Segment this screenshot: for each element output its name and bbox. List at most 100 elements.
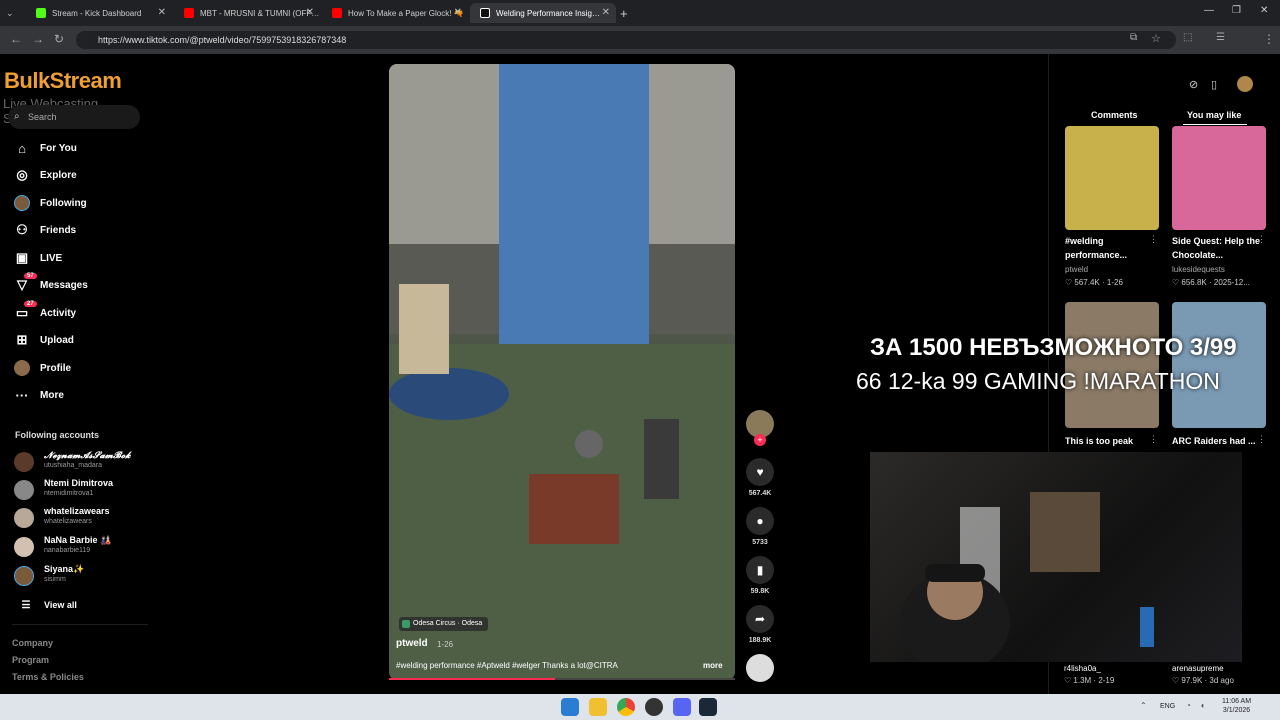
- recommended-stats: ♡ 656.8K · 2025-12...: [1172, 278, 1250, 287]
- new-tab-button[interactable]: +: [620, 3, 636, 23]
- location-tag[interactable]: Odesa Circus · Odesa: [399, 617, 489, 631]
- nav-activity[interactable]: ▭ 27 Activity: [14, 301, 76, 323]
- tray-chevron-icon[interactable]: ⌃: [1140, 701, 1147, 710]
- system-clock[interactable]: 11:06 AM 3/1/2026: [1222, 697, 1251, 715]
- start-icon[interactable]: [561, 698, 579, 716]
- chrome-icon[interactable]: [617, 698, 635, 716]
- save-button[interactable]: ▮ 59.8K: [746, 556, 774, 595]
- window-close-icon[interactable]: ✕: [1260, 5, 1268, 16]
- minimize-icon[interactable]: —: [1204, 5, 1214, 16]
- tab-paper-glock[interactable]: How To Make a Paper Glock! 🔫 ✕: [322, 3, 468, 23]
- comment-count: 5733: [752, 539, 768, 546]
- nav-upload[interactable]: ⊞ Upload: [14, 330, 74, 350]
- author-avatar-button[interactable]: +: [746, 410, 774, 446]
- sound-disc-button[interactable]: [746, 654, 774, 682]
- maximize-icon[interactable]: ❐: [1232, 5, 1241, 16]
- home-icon: ⌂: [18, 140, 26, 156]
- webcam-frame: [900, 492, 1154, 662]
- recommended-thumbnail[interactable]: [1065, 126, 1159, 230]
- tab-mbt[interactable]: MBT - MRUSNI & TUMNI (OFF… ✕: [174, 3, 320, 23]
- like-button[interactable]: ♥ 567.4K: [746, 458, 774, 497]
- messages-badge: 57: [24, 273, 37, 279]
- search-input[interactable]: Search: [8, 105, 140, 129]
- close-icon[interactable]: ✕: [306, 7, 314, 18]
- tiktok-icon: [480, 8, 490, 18]
- coin-icon[interactable]: ⊘: [1189, 78, 1198, 91]
- volume-icon[interactable]: ◖: [1200, 701, 1205, 710]
- recommended-title[interactable]: Side Quest: Help the Chocolate...: [1172, 234, 1266, 262]
- search-icon: ⌕: [14, 111, 20, 122]
- more-options-icon[interactable]: ⋮: [1257, 434, 1266, 445]
- activity-icon: ▭ 27: [14, 301, 37, 321]
- recommended-title[interactable]: ARC Raiders had ...: [1172, 434, 1266, 448]
- comment-button[interactable]: ● 5733: [746, 507, 774, 546]
- url-field[interactable]: https://www.tiktok.com/@ptweld/video/759…: [76, 31, 1176, 49]
- profile-icon: [14, 360, 30, 376]
- browser-tab-bar: ⌄ Stream - Kick Dashboard ✕ MBT - MRUSNI…: [0, 0, 1280, 26]
- address-bar-row: ← → ↻ https://www.tiktok.com/@ptweld/vid…: [0, 26, 1280, 72]
- nav-live[interactable]: ▣ LIVE: [14, 248, 62, 268]
- recommended-author[interactable]: lukesidequests: [1172, 265, 1225, 274]
- input-language[interactable]: ENG: [1160, 703, 1175, 710]
- reload-icon[interactable]: ↻: [54, 32, 64, 46]
- recommended-thumbnail[interactable]: [1172, 126, 1266, 230]
- extensions-icon[interactable]: ⬚: [1183, 32, 1192, 43]
- forward-icon[interactable]: →: [32, 32, 44, 46]
- recommended-author[interactable]: ptweld: [1065, 265, 1088, 274]
- recommended-author[interactable]: arenasupreme: [1172, 664, 1224, 673]
- bookmark-star-icon[interactable]: ☆: [1151, 32, 1161, 45]
- file-explorer-icon[interactable]: [589, 698, 607, 716]
- nav-friends[interactable]: ⚇ Friends: [14, 220, 76, 240]
- tab-search-icon[interactable]: ☰: [1216, 32, 1225, 43]
- footer-program-link[interactable]: Program: [12, 655, 49, 665]
- nav-profile[interactable]: Profile: [14, 358, 71, 378]
- youtube-icon: [332, 8, 342, 18]
- menu-dots-icon[interactable]: ⋮: [1263, 32, 1275, 46]
- avatar: [14, 508, 34, 528]
- tab-search-button[interactable]: ⌄: [4, 3, 16, 23]
- follow-plus-icon[interactable]: +: [754, 434, 766, 446]
- network-icon[interactable]: ◔: [1186, 701, 1191, 710]
- video-player[interactable]: Odesa Circus · Odesa ptweld 1-26 #weldin…: [389, 64, 735, 680]
- avatar: [14, 480, 34, 500]
- streamer-webcam-overlay: [870, 452, 1242, 662]
- recommended-thumbnail[interactable]: [1172, 302, 1266, 428]
- close-icon[interactable]: ✕: [602, 7, 610, 18]
- video-progress-bar[interactable]: [389, 678, 735, 680]
- save-count: 59.8K: [750, 588, 770, 595]
- caption-more-button[interactable]: more: [703, 661, 723, 670]
- more-options-icon[interactable]: ⋮: [1257, 234, 1266, 245]
- nav-messages[interactable]: ▽ 57 Messages: [14, 273, 88, 295]
- nav-for-you[interactable]: ⌂ For You: [14, 138, 77, 158]
- tab-welding-performance[interactable]: Welding Performance Insig… ✕: [470, 3, 616, 23]
- nav-explore[interactable]: ◎ Explore: [14, 165, 76, 185]
- tiktok-sidebar: BulkStream Live Webcasting Services Sear…: [0, 54, 150, 694]
- video-author[interactable]: ptweld: [396, 638, 428, 649]
- footer-company-link[interactable]: Company: [12, 638, 53, 648]
- nav-following[interactable]: Following: [14, 193, 87, 213]
- view-all-link[interactable]: ☰ View all: [18, 595, 77, 615]
- device-icon[interactable]: ▯: [1211, 78, 1217, 91]
- back-icon[interactable]: ←: [10, 32, 22, 46]
- stream-overlay-subtitle: 66 12-ka 99 GAMING !MARATHON: [856, 368, 1220, 394]
- cast-icon[interactable]: ⧉: [1130, 32, 1137, 43]
- share-button[interactable]: ➦ 188.9K: [746, 605, 774, 644]
- recommended-author[interactable]: r4lisha0a_: [1064, 664, 1101, 673]
- discord-icon[interactable]: [673, 698, 691, 716]
- nav-more[interactable]: ··· More: [14, 385, 64, 405]
- close-icon[interactable]: ✕: [158, 7, 166, 18]
- tab-comments[interactable]: Comments: [1091, 110, 1138, 120]
- obs-icon[interactable]: [645, 698, 663, 716]
- recommended-title[interactable]: #welding performance...: [1065, 234, 1149, 262]
- steam-icon[interactable]: [699, 698, 717, 716]
- more-options-icon[interactable]: ⋮: [1149, 434, 1158, 445]
- tab-kick-dashboard[interactable]: Stream - Kick Dashboard ✕: [26, 3, 172, 23]
- recommended-title[interactable]: This is too peak: [1065, 434, 1149, 448]
- tab-you-may-like[interactable]: You may like: [1187, 110, 1241, 120]
- more-options-icon[interactable]: ⋮: [1149, 234, 1158, 245]
- close-icon[interactable]: ✕: [454, 7, 462, 18]
- recommended-thumbnail[interactable]: [1065, 302, 1159, 428]
- user-avatar-icon[interactable]: [1237, 76, 1253, 92]
- footer-terms-link[interactable]: Terms & Policies: [12, 672, 84, 682]
- youtube-icon: [184, 8, 194, 18]
